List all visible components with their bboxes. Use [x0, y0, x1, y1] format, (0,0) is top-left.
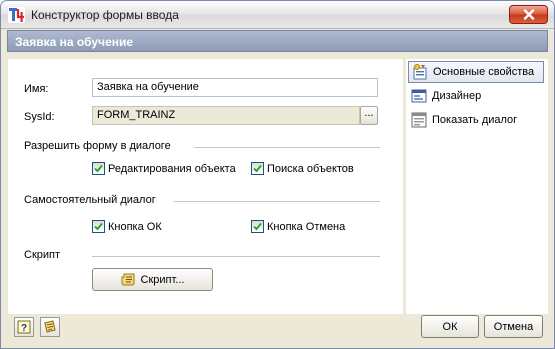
- script-group-title: Скрипт: [24, 249, 61, 261]
- ok-button-option-label: Кнопка ОК: [108, 220, 162, 233]
- group-divider: [194, 147, 380, 148]
- edit-script-button[interactable]: Скрипт...: [92, 268, 213, 291]
- cancel-button[interactable]: Отмена: [484, 315, 543, 338]
- designer-icon: [411, 89, 427, 103]
- checkmark-icon: [94, 164, 103, 173]
- help-icon: ?: [17, 320, 31, 334]
- nav-item-label: Дизайнер: [432, 90, 482, 102]
- checkbox-box[interactable]: [92, 220, 105, 233]
- cancel-button-option-label: Кнопка Отмена: [267, 220, 346, 233]
- name-input[interactable]: Заявка на обучение: [92, 78, 378, 97]
- show-dialog-icon: [411, 112, 427, 128]
- title-bar[interactable]: Конструктор формы ввода: [1, 1, 554, 29]
- sysid-browse-button[interactable]: ...: [360, 106, 378, 125]
- nav-item-label: Показать диалог: [432, 114, 518, 126]
- close-x-icon: [523, 9, 534, 20]
- standalone-dialog-group-title: Самостоятельный диалог: [24, 194, 156, 206]
- nav-item-basic-properties[interactable]: Основные свойства: [408, 61, 544, 83]
- search-objects-checkbox[interactable]: Поиска объектов: [251, 162, 354, 175]
- form-header-title: Заявка на обучение: [15, 35, 134, 49]
- dialog-body: Заявка на обучение Имя: Заявка на обучен…: [7, 30, 548, 344]
- main-properties-panel: Имя: Заявка на обучение SysId: FORM_TRAI…: [8, 59, 403, 314]
- edit-objects-label: Редактирования объекта: [108, 162, 236, 175]
- dialog-window: Конструктор формы ввода Заявка на обучен…: [0, 0, 555, 349]
- script-notes-button[interactable]: [40, 317, 60, 337]
- group-divider: [174, 201, 380, 202]
- group-divider: [92, 256, 380, 257]
- app-logo-icon: [8, 7, 25, 23]
- cancel-button-checkbox[interactable]: Кнопка Отмена: [251, 220, 345, 233]
- edit-objects-checkbox[interactable]: Редактирования объекта: [92, 162, 236, 175]
- close-button[interactable]: [509, 5, 548, 24]
- checkbox-box[interactable]: [251, 220, 264, 233]
- checkmark-icon: [253, 164, 262, 173]
- sysid-input[interactable]: FORM_TRAINZ: [92, 106, 360, 125]
- nav-item-show-dialog[interactable]: Показать диалог: [408, 109, 544, 131]
- form-header-bar: Заявка на обучение: [7, 30, 548, 52]
- checkmark-icon: [94, 222, 103, 231]
- name-label: Имя:: [24, 83, 49, 95]
- window-title: Конструктор формы ввода: [31, 8, 179, 22]
- checkbox-box[interactable]: [251, 162, 264, 175]
- help-button[interactable]: ?: [14, 317, 34, 337]
- section-nav-panel: Основные свойства Дизайнер Показать диал…: [406, 59, 548, 314]
- sysid-label: SysId:: [24, 111, 55, 123]
- ok-button[interactable]: ОК: [421, 315, 479, 338]
- search-objects-label: Поиска объектов: [267, 162, 354, 175]
- svg-text:?: ?: [21, 323, 27, 334]
- ok-button-checkbox[interactable]: Кнопка ОК: [92, 220, 162, 233]
- nav-item-designer[interactable]: Дизайнер: [408, 85, 544, 107]
- edit-script-button-label: Скрипт...: [140, 273, 185, 286]
- allow-in-dialog-group-title: Разрешить форму в диалоге: [24, 140, 171, 152]
- nav-item-label: Основные свойства: [433, 66, 535, 78]
- checkmark-icon: [253, 222, 262, 231]
- script-scroll-icon: [121, 273, 135, 286]
- properties-icon: [413, 64, 427, 80]
- script-icon: [44, 320, 56, 333]
- checkbox-box[interactable]: [92, 162, 105, 175]
